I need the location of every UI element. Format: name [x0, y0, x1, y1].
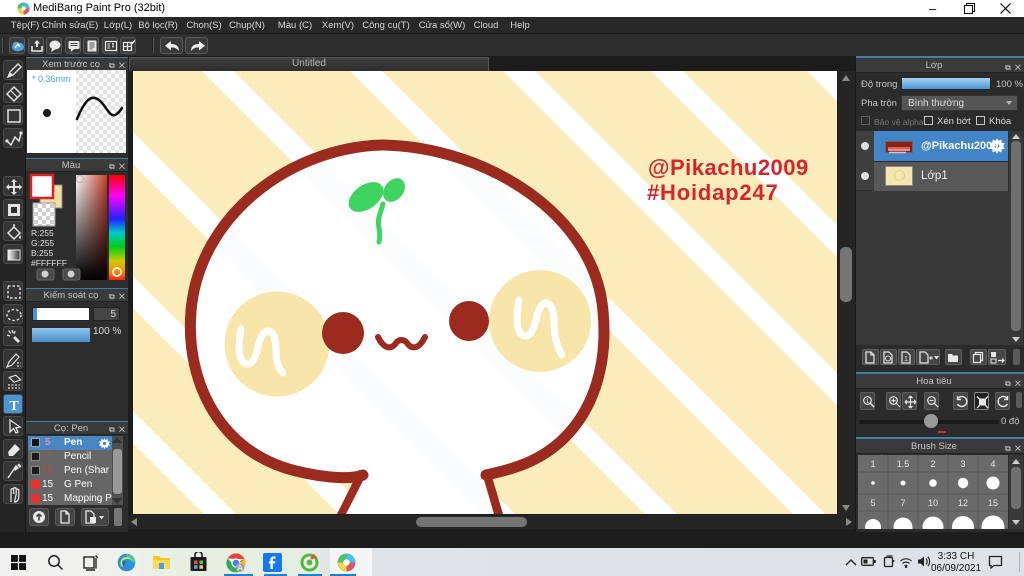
- svg-text:R:255: R:255: [31, 228, 54, 238]
- svg-text:* 0.36mm: * 0.36mm: [32, 74, 71, 84]
- svg-text:T: T: [9, 399, 19, 414]
- svg-text:12: 12: [958, 498, 968, 508]
- svg-text:3: 3: [960, 459, 965, 469]
- svg-text:10: 10: [928, 498, 938, 508]
- svg-text:@Pikachu2009: @Pikachu2009: [648, 155, 809, 180]
- svg-text:1: 1: [904, 356, 908, 363]
- svg-text:15: 15: [988, 498, 998, 508]
- svg-text:2: 2: [930, 459, 935, 469]
- svg-text:7: 7: [900, 498, 905, 508]
- svg-text:1.5: 1.5: [897, 459, 910, 469]
- svg-text:G:255: G:255: [31, 238, 54, 248]
- svg-text:5: 5: [870, 498, 875, 508]
- svg-text:1: 1: [870, 459, 875, 469]
- svg-text:#Hoidap247: #Hoidap247: [647, 180, 779, 205]
- svg-text:4: 4: [990, 459, 995, 469]
- svg-text:#FFFFFF: #FFFFFF: [31, 258, 67, 268]
- svg-text:A: A: [237, 564, 243, 573]
- svg-text:B:255: B:255: [31, 248, 53, 258]
